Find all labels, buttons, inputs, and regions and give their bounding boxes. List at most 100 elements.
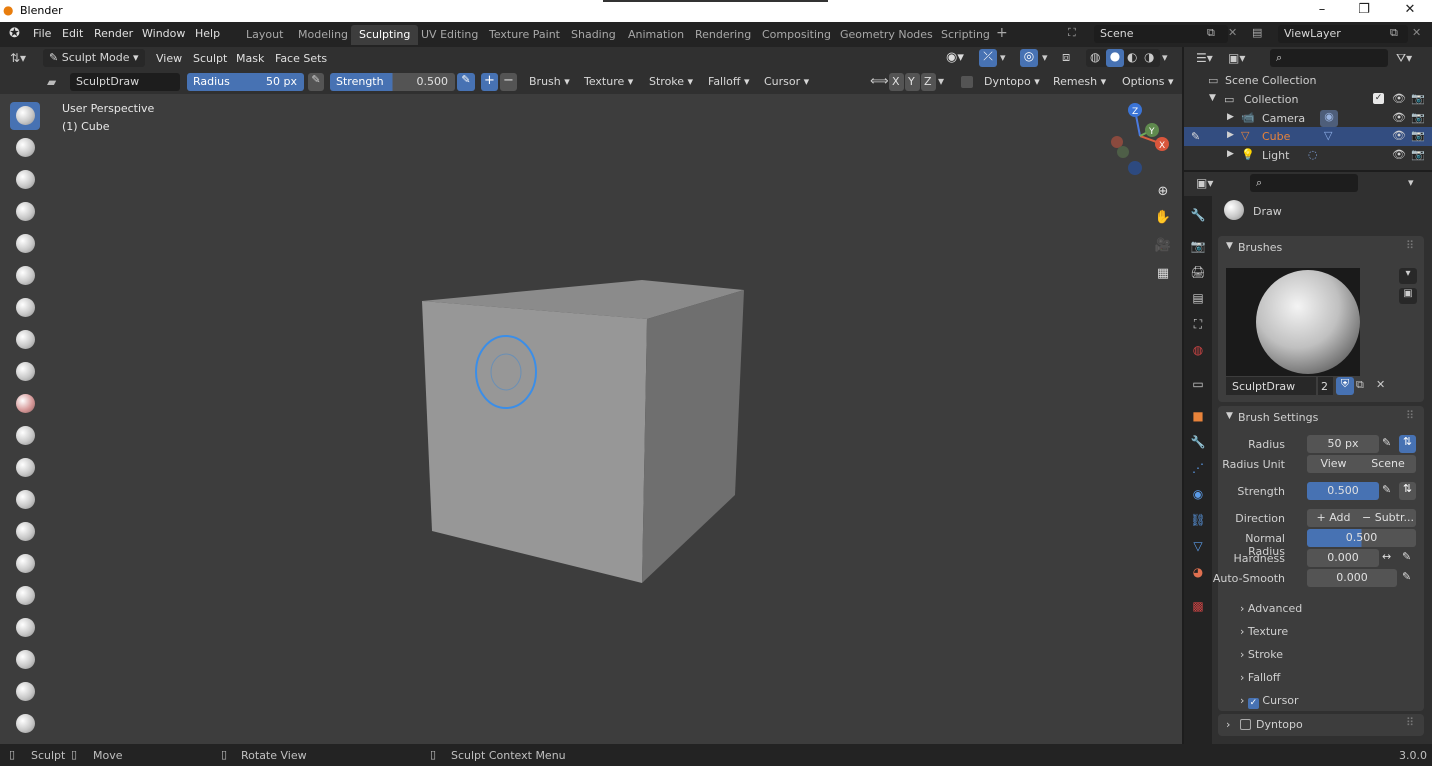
multiplane-scrape-tool[interactable] [10, 518, 40, 546]
expand-cube-icon[interactable]: ▶ [1227, 130, 1234, 140]
data-tab-icon[interactable]: ▽ [1190, 538, 1206, 554]
scene-tab-icon[interactable]: ⛶ [1190, 316, 1206, 332]
brush-datablock-name[interactable]: SculptDraw [1226, 377, 1316, 395]
collection-render-icon[interactable]: 📷 [1411, 92, 1425, 105]
flatten-tool[interactable] [10, 422, 40, 450]
filter-icon[interactable]: ⛛▾ [1396, 51, 1412, 66]
overlays-icon[interactable]: ◎ [1020, 49, 1038, 67]
physics-tab-icon[interactable]: ◉ [1190, 486, 1206, 502]
material-tab-icon[interactable]: ◕ [1190, 564, 1206, 580]
properties-options-icon[interactable]: ▾ [1408, 176, 1414, 189]
brush-preview-image[interactable] [1226, 268, 1360, 376]
sculpt-mode-indicator-icon[interactable]: ✎ [1191, 130, 1200, 143]
falloff-dropdown[interactable]: Falloff ▾ [702, 73, 756, 91]
fill-tool[interactable] [10, 454, 40, 482]
hardness-invert-icon[interactable]: ↔ [1382, 550, 1391, 563]
editor-type-icon[interactable]: ⇅▾ [10, 51, 26, 65]
view-layer-icon[interactable]: ▤ [1252, 26, 1262, 39]
texture-dropdown[interactable]: Texture ▾ [578, 73, 639, 91]
snake-hook-tool[interactable] [10, 646, 40, 674]
strength-curve-icon[interactable]: ⇅ [1399, 482, 1416, 500]
brush-users-count[interactable]: 2 [1318, 377, 1333, 395]
solid-shading-icon[interactable]: ● [1106, 49, 1124, 67]
hardness-field[interactable]: 0.000 [1307, 549, 1379, 567]
tab-geometry-nodes[interactable]: Geometry Nodes [832, 25, 941, 45]
draw-sharp-tool[interactable] [10, 134, 40, 162]
material-shading-icon[interactable]: ◐ [1127, 50, 1137, 64]
light-render-icon[interactable]: 📷 [1411, 148, 1425, 161]
dyntopo-expand-icon[interactable]: › [1226, 718, 1230, 731]
radius-pressure-toggle-icon[interactable]: ✎ [1382, 436, 1391, 449]
mode-dropdown[interactable]: ✎ Sculpt Mode ▾ [43, 49, 145, 67]
properties-search-field[interactable]: ⌕ [1250, 174, 1358, 192]
output-tab-icon[interactable]: 🖨 [1190, 264, 1206, 280]
tab-uv-editing[interactable]: UV Editing [413, 25, 486, 45]
tab-animation[interactable]: Animation [620, 25, 692, 45]
cursor-dropdown[interactable]: Cursor ▾ [758, 73, 815, 91]
direction-add-icon[interactable]: + [481, 73, 498, 91]
view-layer-tab-icon[interactable]: ▤ [1190, 290, 1206, 306]
panel-drag-handle-icon[interactable]: ⠿ [1406, 716, 1414, 729]
clay-tool[interactable] [10, 166, 40, 194]
menu-help[interactable]: Help [195, 27, 220, 40]
pan-hand-icon[interactable]: ✋ [1152, 207, 1174, 229]
scene-icon[interactable]: ⛶ [1068, 26, 1076, 40]
menu-view[interactable]: View [156, 52, 182, 65]
expand-collection-icon[interactable]: ▼ [1209, 93, 1216, 103]
blob-tool[interactable] [10, 326, 40, 354]
remove-view-layer-icon[interactable]: ✕ [1412, 26, 1421, 39]
display-mode-icon[interactable]: ▣▾ [1228, 51, 1245, 65]
brushes-collapse-icon[interactable]: ▼ [1226, 241, 1233, 251]
xray-icon[interactable]: ⧈ [1062, 50, 1070, 65]
unlink-brush-icon[interactable]: ✕ [1376, 378, 1385, 391]
symmetry-options-icon[interactable]: ▾ [938, 74, 944, 88]
navigation-gizmo[interactable]: Z X Y [1100, 100, 1180, 180]
subpanel-advanced[interactable]: › Advanced [1240, 602, 1302, 615]
crease-tool[interactable] [10, 358, 40, 386]
view-layer-field[interactable]: ViewLayer [1278, 25, 1408, 43]
direction-add-button[interactable]: + Add [1307, 509, 1360, 527]
close-icon[interactable]: ✕ [1400, 2, 1420, 20]
tab-sculpting[interactable]: Sculpting [351, 25, 419, 45]
subpanel-texture[interactable]: › Texture [1240, 625, 1288, 638]
subpanel-falloff[interactable]: › Falloff [1240, 671, 1280, 684]
radius-unit-scene-button[interactable]: Scene [1360, 455, 1416, 473]
menu-sculpt[interactable]: Sculpt [193, 52, 227, 65]
strength-pressure-toggle-icon[interactable]: ✎ [1382, 483, 1391, 496]
particles-tab-icon[interactable]: ⋰ [1190, 460, 1206, 476]
smooth-tool[interactable] [10, 390, 40, 418]
wireframe-shading-icon[interactable]: ◍ [1090, 50, 1100, 64]
3d-viewport[interactable]: User Perspective (1) Cube Z X Y [45, 94, 1182, 744]
brush-preview-icon[interactable]: ▰ [47, 75, 63, 89]
gizmo-icon[interactable]: ⤫ [979, 49, 997, 67]
texture-tab-icon[interactable]: ▩ [1190, 598, 1206, 614]
clay-thumb-tool[interactable] [10, 230, 40, 258]
subpanel-stroke[interactable]: › Stroke [1240, 648, 1283, 661]
radius-curve-icon[interactable]: ⇅ [1399, 435, 1416, 453]
outliner-search-field[interactable]: ⌕ [1270, 49, 1388, 67]
outliner-item-light[interactable]: ▶ 💡 Light ◌ 👁 📷 [1184, 146, 1432, 165]
menu-face-sets[interactable]: Face Sets [275, 52, 327, 65]
tab-modeling[interactable]: Modeling [290, 25, 356, 45]
hardness-pressure-icon[interactable]: ✎ [1402, 550, 1411, 563]
cube-render-icon[interactable]: 📷 [1411, 129, 1425, 142]
tab-shading[interactable]: Shading [563, 25, 624, 45]
brush-browser-dropdown-icon[interactable]: ▾ [1399, 268, 1417, 284]
menu-file[interactable]: File [33, 27, 51, 40]
tab-scripting[interactable]: Scripting [933, 25, 998, 45]
dyntopo-dropdown[interactable]: Dyntopo ▾ [978, 73, 1046, 91]
pinch-tool[interactable] [10, 550, 40, 578]
render-tab-icon[interactable]: 📷 [1190, 238, 1206, 254]
new-scene-icon[interactable]: ⧉ [1207, 26, 1215, 40]
panel-drag-handle-icon[interactable]: ⠿ [1406, 239, 1414, 252]
outliner-scene-collection[interactable]: ▭ Scene Collection [1184, 71, 1432, 90]
constraints-tab-icon[interactable]: ⛓ [1190, 512, 1206, 528]
new-view-layer-icon[interactable]: ⧉ [1390, 26, 1398, 40]
collection-exclude-checkbox[interactable]: ✓ [1373, 93, 1384, 104]
collection-visibility-icon[interactable]: 👁 [1392, 92, 1406, 105]
outliner-editor-icon[interactable]: ☰▾ [1196, 51, 1213, 65]
brush-name-field[interactable]: SculptDraw [70, 73, 180, 91]
stroke-dropdown[interactable]: Stroke ▾ [643, 73, 699, 91]
strength-prop-field[interactable]: 0.500 [1307, 482, 1379, 500]
grab-tool[interactable] [10, 582, 40, 610]
